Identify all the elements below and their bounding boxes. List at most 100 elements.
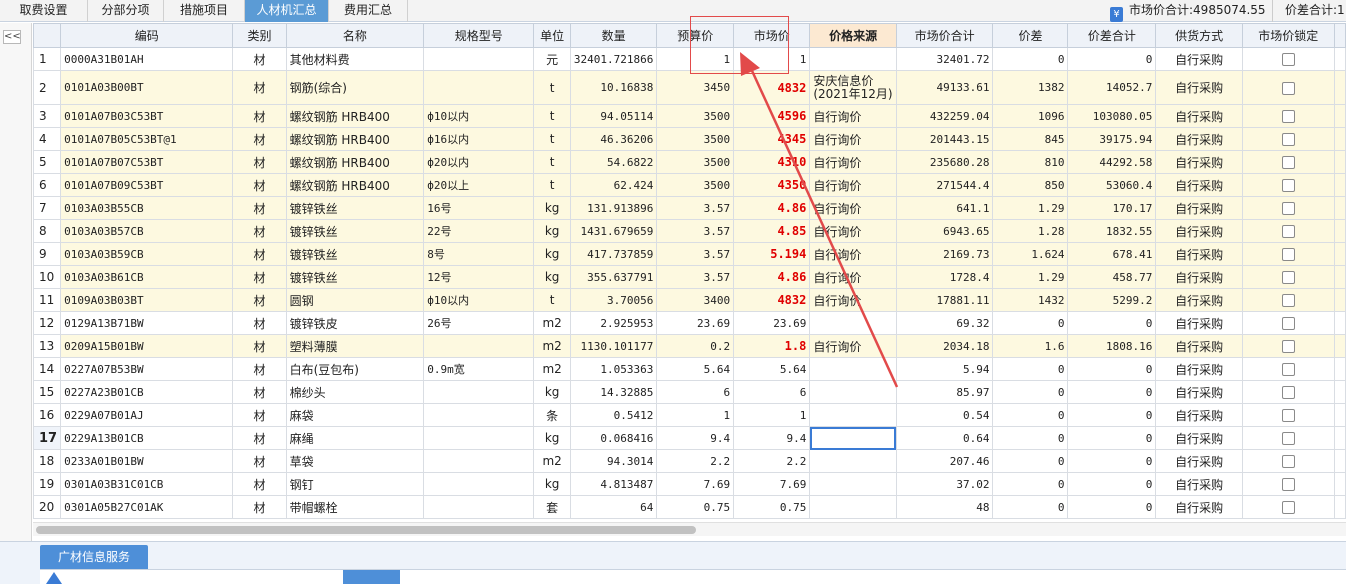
- budget-price[interactable]: 3500: [656, 173, 735, 197]
- table-row[interactable]: 15 0227A23B01CB 材棉纱头 kg 14.32885 6 6 85.97 0 0 自行采…: [33, 380, 1346, 404]
- price-diff[interactable]: 845: [992, 127, 1069, 151]
- diff-total[interactable]: 5299.2: [1067, 288, 1157, 312]
- market-price[interactable]: 1.8: [733, 334, 811, 358]
- material-code[interactable]: 0129A13B71BW: [60, 311, 234, 335]
- price-source[interactable]: [809, 495, 897, 519]
- price-source[interactable]: 自行询价: [809, 265, 897, 289]
- material-unit[interactable]: t: [533, 104, 571, 128]
- supply-mode[interactable]: 自行采购: [1155, 472, 1243, 496]
- market-total[interactable]: 85.97: [895, 380, 994, 404]
- price-source[interactable]: 自行询价: [809, 150, 897, 174]
- material-code[interactable]: 0229A13B01CB: [60, 426, 234, 450]
- price-lock-checkbox[interactable]: [1281, 340, 1295, 353]
- supply-mode[interactable]: 自行采购: [1155, 380, 1243, 404]
- material-category[interactable]: 材: [232, 196, 287, 220]
- price-source[interactable]: [809, 47, 897, 71]
- material-name[interactable]: 螺纹钢筋 HRB400: [285, 104, 425, 128]
- budget-price[interactable]: 6: [656, 380, 735, 404]
- market-total[interactable]: 69.32: [895, 311, 994, 335]
- table-row[interactable]: 18 0233A01B01BW 材草袋 m2 94.3014 2.2 2.2 207.46 0 0…: [33, 449, 1346, 473]
- row-index[interactable]: 19: [33, 472, 62, 496]
- supply-mode[interactable]: 自行采购: [1155, 47, 1243, 71]
- material-code[interactable]: 0103A03B61CB: [60, 265, 234, 289]
- price-diff[interactable]: 1.28: [992, 219, 1069, 243]
- material-info-service-tab[interactable]: 广材信息服务: [40, 545, 148, 569]
- price-lock-checkbox[interactable]: [1281, 478, 1295, 491]
- row-index[interactable]: 3: [33, 104, 62, 128]
- row-index[interactable]: 16: [33, 403, 62, 427]
- market-total[interactable]: 432259.04: [895, 104, 994, 128]
- material-category[interactable]: 材: [232, 70, 287, 105]
- material-name[interactable]: 其他材料费: [285, 47, 425, 71]
- material-name[interactable]: 镀锌铁丝: [285, 219, 425, 243]
- material-unit[interactable]: 套: [533, 495, 571, 519]
- price-diff[interactable]: 0: [992, 472, 1069, 496]
- material-category[interactable]: 材: [232, 311, 287, 335]
- row-index[interactable]: 8: [33, 219, 62, 243]
- price-diff[interactable]: 1432: [992, 288, 1069, 312]
- material-spec[interactable]: ф16以内: [423, 127, 535, 151]
- material-category[interactable]: 材: [232, 242, 287, 266]
- col-header-price-source[interactable]: 价格来源: [809, 23, 897, 48]
- table-row[interactable]: 8 0103A03B57CB 材镀锌铁丝 22号 kg 1431.679659 3.57 4.…: [33, 219, 1346, 243]
- material-code[interactable]: 0209A15B01BW: [60, 334, 234, 358]
- price-source[interactable]: 自行询价: [809, 127, 897, 151]
- material-unit[interactable]: kg: [533, 426, 571, 450]
- market-total[interactable]: 201443.15: [895, 127, 994, 151]
- material-unit[interactable]: t: [533, 70, 571, 105]
- material-category[interactable]: 材: [232, 288, 287, 312]
- budget-price[interactable]: 3500: [656, 127, 735, 151]
- material-quantity[interactable]: 10.16838: [569, 70, 658, 105]
- market-total[interactable]: 207.46: [895, 449, 994, 473]
- material-quantity[interactable]: 32401.721866: [569, 47, 658, 71]
- material-category[interactable]: 材: [232, 449, 287, 473]
- material-name[interactable]: 螺纹钢筋 HRB400: [285, 173, 425, 197]
- price-source[interactable]: [809, 426, 897, 450]
- table-row[interactable]: 1 0000A31B01AH 材其他材料费元 32401.721866 1 1 32401.…: [33, 47, 1346, 71]
- material-spec[interactable]: [423, 472, 535, 496]
- diff-total[interactable]: 0: [1067, 449, 1157, 473]
- material-category[interactable]: 材: [232, 127, 287, 151]
- col-header-market-price[interactable]: 市场价: [733, 23, 811, 48]
- price-diff[interactable]: 1096: [992, 104, 1069, 128]
- material-category[interactable]: 材: [232, 472, 287, 496]
- price-lock-checkbox[interactable]: [1281, 81, 1295, 95]
- material-name[interactable]: 草袋: [285, 449, 425, 473]
- material-name[interactable]: 镀锌铁皮: [285, 311, 425, 335]
- material-quantity[interactable]: 2.925953: [569, 311, 658, 335]
- material-quantity[interactable]: 1431.679659: [569, 219, 658, 243]
- price-diff[interactable]: 0: [992, 403, 1069, 427]
- budget-price[interactable]: 3400: [656, 288, 735, 312]
- material-code[interactable]: 0109A03B03BT: [60, 288, 234, 312]
- material-quantity[interactable]: 1.053363: [569, 357, 658, 381]
- price-source[interactable]: 自行询价: [809, 288, 897, 312]
- material-spec[interactable]: 12号: [423, 265, 535, 289]
- table-row[interactable]: 3 0101A07B03C53BT 材螺纹钢筋 HRB400 ф10以内 t 94.051…: [33, 104, 1346, 128]
- material-spec[interactable]: 8号: [423, 242, 535, 266]
- supply-mode[interactable]: 自行采购: [1155, 449, 1243, 473]
- row-index[interactable]: 20: [33, 495, 62, 519]
- material-quantity[interactable]: 417.737859: [569, 242, 658, 266]
- diff-total[interactable]: 103080.05: [1067, 104, 1157, 128]
- price-source[interactable]: [809, 380, 897, 404]
- price-lock-checkbox[interactable]: [1281, 409, 1295, 422]
- market-price[interactable]: 4832: [733, 70, 811, 105]
- price-lock-checkbox[interactable]: [1281, 156, 1295, 169]
- market-total[interactable]: 235680.28: [895, 150, 994, 174]
- col-header-code[interactable]: 编码: [60, 23, 234, 48]
- market-price[interactable]: 1: [733, 47, 811, 71]
- price-lock-checkbox[interactable]: [1281, 225, 1295, 238]
- col-header-name[interactable]: 名称: [285, 23, 425, 48]
- diff-total[interactable]: 678.41: [1067, 242, 1157, 266]
- material-code[interactable]: 0103A03B59CB: [60, 242, 234, 266]
- market-price[interactable]: 1: [733, 403, 811, 427]
- price-diff[interactable]: 0: [992, 380, 1069, 404]
- price-source[interactable]: 自行询价: [809, 196, 897, 220]
- material-category[interactable]: 材: [232, 104, 287, 128]
- material-code[interactable]: 0301A05B27C01AK: [60, 495, 234, 519]
- price-diff[interactable]: 1.29: [992, 196, 1069, 220]
- budget-price[interactable]: 1: [656, 403, 735, 427]
- price-source[interactable]: 自行询价: [809, 219, 897, 243]
- budget-price[interactable]: 1: [656, 47, 735, 71]
- row-index[interactable]: 9: [33, 242, 62, 266]
